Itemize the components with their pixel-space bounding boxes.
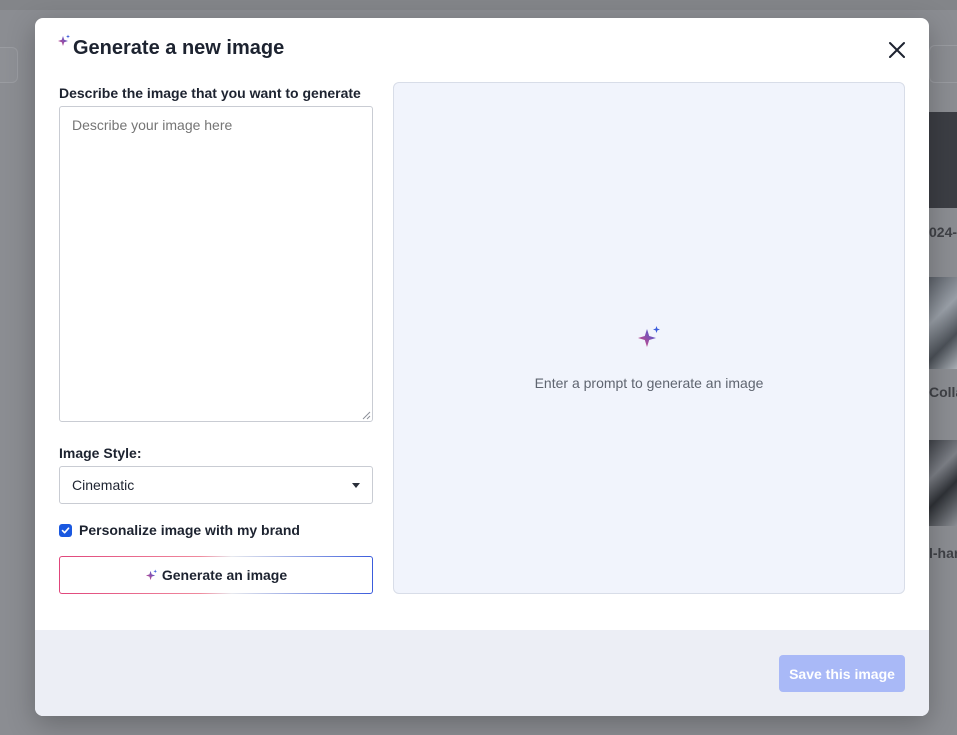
image-style-select[interactable]: Cinematic [59, 466, 373, 504]
save-image-button[interactable]: Save this image [779, 655, 905, 692]
sparkle-icon [58, 34, 70, 46]
background-left-control [0, 47, 18, 83]
sparkle-icon [638, 326, 660, 347]
generate-image-modal: Generate a new image Describe the image … [35, 18, 929, 716]
image-preview-panel: Enter a prompt to generate an image [393, 82, 905, 594]
prompt-input[interactable] [59, 106, 373, 422]
sparkle-icon [145, 568, 157, 580]
resize-handle-icon[interactable] [362, 411, 371, 420]
modal-title-group: Generate a new image [57, 34, 284, 62]
chevron-down-icon [352, 483, 360, 488]
image-style-value: Cinematic [72, 477, 135, 493]
generate-image-button-label: Generate an image [161, 567, 288, 583]
background-thumbnail [929, 112, 957, 208]
personalize-row[interactable]: Personalize image with my brand [59, 522, 300, 538]
generate-image-button-body: Generate an image [60, 557, 372, 593]
background-topbar [0, 0, 957, 10]
image-style-label: Image Style: [59, 445, 142, 461]
modal-title: Generate a new image [73, 37, 285, 59]
personalize-checkbox[interactable] [59, 523, 72, 537]
generate-image-button[interactable]: Generate an image [59, 556, 373, 594]
background-card-title: Colla [929, 384, 957, 400]
background-thumbnail [929, 440, 957, 526]
prompt-label: Describe the image that you want to gene… [59, 85, 361, 101]
modal-header: Generate a new image [35, 18, 929, 82]
background-card-title: 024-0 [929, 224, 957, 240]
background-card-title: l-har [929, 545, 957, 561]
modal-footer: Save this image [35, 630, 929, 716]
preview-empty-text: Enter a prompt to generate an image [534, 375, 764, 391]
close-icon[interactable] [887, 40, 907, 60]
background-right-control [929, 45, 957, 83]
background-thumbnail [929, 277, 957, 369]
personalize-label: Personalize image with my brand [79, 522, 300, 538]
check-icon [61, 526, 70, 533]
